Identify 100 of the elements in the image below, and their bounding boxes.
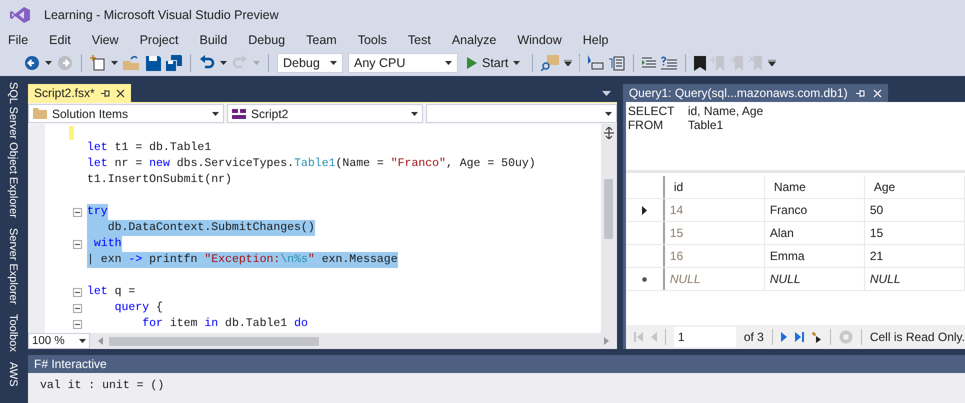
find-icon[interactable] bbox=[541, 55, 560, 71]
table-cell[interactable]: 15 bbox=[664, 222, 765, 244]
table-cell[interactable]: 15 bbox=[864, 222, 965, 244]
previous-bookmark-icon bbox=[711, 56, 726, 70]
panel-title: F# Interactive bbox=[28, 355, 965, 373]
pin-icon[interactable] bbox=[100, 88, 110, 98]
new-row-icon bbox=[642, 276, 647, 282]
menu-item[interactable]: Test bbox=[408, 33, 431, 47]
table-cell[interactable]: Emma bbox=[764, 245, 865, 267]
code-line: let t1 = db.Table1 bbox=[87, 140, 212, 156]
first-record-icon bbox=[634, 332, 643, 342]
menu-item[interactable]: Analyze bbox=[452, 33, 496, 47]
menu-item[interactable]: Tools bbox=[358, 33, 387, 47]
caret-icon bbox=[445, 61, 452, 65]
previous-record-icon bbox=[650, 332, 657, 342]
menu-item[interactable]: Build bbox=[199, 33, 228, 47]
table-cell[interactable]: Franco bbox=[764, 199, 865, 221]
current-row-icon bbox=[642, 206, 647, 214]
module-dropdown[interactable]: Script2 bbox=[227, 104, 423, 123]
collapse-icon[interactable] bbox=[73, 208, 82, 216]
platform-dropdown[interactable]: Any CPU bbox=[348, 53, 458, 73]
menu-item[interactable]: Help bbox=[582, 33, 608, 47]
dropdown-caret-icon[interactable] bbox=[220, 61, 227, 65]
vertical-scrollbar[interactable] bbox=[600, 124, 617, 333]
new-item-icon[interactable] bbox=[90, 55, 106, 71]
tab-list-icon[interactable] bbox=[602, 91, 611, 96]
last-record-icon[interactable] bbox=[794, 332, 804, 342]
menu-item[interactable]: Team bbox=[306, 33, 337, 47]
folder-icon[interactable] bbox=[123, 55, 141, 71]
folder-icon bbox=[33, 108, 47, 119]
list-icon[interactable] bbox=[609, 55, 626, 71]
table-cell[interactable]: Alan bbox=[764, 222, 865, 244]
menu-item[interactable]: Window bbox=[517, 33, 562, 47]
change-mark bbox=[69, 126, 74, 140]
column-header[interactable]: Name bbox=[764, 176, 865, 198]
collapse-icon[interactable] bbox=[73, 288, 82, 296]
collapse-icon[interactable] bbox=[73, 240, 82, 248]
collapse-icon[interactable] bbox=[73, 304, 82, 312]
sql-keyword: SELECT bbox=[628, 104, 676, 118]
menu-item[interactable]: Debug bbox=[248, 33, 286, 47]
split-icon[interactable] bbox=[604, 127, 614, 139]
indent-icon[interactable] bbox=[642, 57, 656, 69]
column-header[interactable]: id bbox=[664, 176, 765, 198]
caret-icon bbox=[604, 112, 612, 116]
undo-icon[interactable] bbox=[199, 55, 215, 71]
code-line: query { bbox=[114, 300, 163, 316]
overflow-icon[interactable] bbox=[768, 60, 776, 66]
table-cell[interactable]: 16 bbox=[664, 245, 765, 267]
next-bookmark-icon bbox=[730, 56, 744, 70]
logo-icon bbox=[10, 7, 30, 23]
output-line: val it : unit = () bbox=[40, 379, 164, 392]
side-tab[interactable]: Toolbox bbox=[7, 314, 19, 352]
module-icon bbox=[232, 108, 246, 118]
sql-text: id, Name, Age bbox=[688, 104, 764, 118]
column-header[interactable]: Age bbox=[864, 176, 965, 198]
window-title: Learning - Microsoft Visual Studio Preview bbox=[44, 8, 279, 22]
position-field[interactable]: 1 bbox=[674, 327, 736, 347]
menu-item[interactable]: Project bbox=[140, 33, 178, 47]
menu-item[interactable]: File bbox=[8, 33, 28, 47]
menu-item[interactable]: View bbox=[92, 33, 119, 47]
save-all-icon[interactable] bbox=[166, 55, 182, 71]
configuration-dropdown[interactable]: Debug bbox=[277, 53, 343, 73]
dropdown-caret-icon[interactable] bbox=[111, 61, 118, 65]
table-cell[interactable]: NULL bbox=[864, 268, 965, 290]
side-tab[interactable]: AWS bbox=[7, 362, 19, 387]
editor-tab[interactable]: Script2.fsx* bbox=[28, 84, 131, 102]
code-line: let nr = new dbs.ServiceTypes.Table1(Name = "Franco", Age = 50uy) bbox=[87, 156, 536, 172]
select-icon[interactable] bbox=[588, 55, 604, 71]
scroll-thumb[interactable] bbox=[109, 336, 319, 346]
code-line: for item in db.Table1 do bbox=[141, 316, 308, 332]
back-icon[interactable] bbox=[24, 55, 40, 71]
help-list-icon[interactable] bbox=[661, 56, 678, 70]
code-line: let q = bbox=[87, 284, 136, 300]
collapse-icon[interactable] bbox=[73, 320, 82, 328]
zoom-dropdown[interactable]: 100 % bbox=[28, 333, 90, 349]
menu-item[interactable]: Edit bbox=[49, 33, 71, 47]
dropdown-caret-icon[interactable] bbox=[45, 61, 52, 65]
save-icon[interactable] bbox=[146, 56, 161, 70]
scroll-thumb[interactable] bbox=[604, 179, 614, 239]
overflow-icon[interactable] bbox=[564, 60, 572, 66]
dropdown-caret-icon bbox=[253, 61, 260, 65]
record-count: of 3 bbox=[744, 330, 764, 344]
table-cell[interactable]: NULL bbox=[764, 268, 865, 290]
start-button[interactable]: Start bbox=[463, 53, 524, 73]
bookmark-icon[interactable] bbox=[694, 56, 706, 70]
table-cell[interactable]: 21 bbox=[864, 245, 965, 267]
table-cell[interactable]: 50 bbox=[864, 199, 965, 221]
table-cell[interactable]: 14 bbox=[664, 199, 765, 221]
table-cell[interactable]: NULL bbox=[664, 268, 765, 290]
status-text: Cell is Read Only. bbox=[870, 330, 965, 344]
clear-bookmarks-icon bbox=[749, 56, 764, 70]
play-icon bbox=[467, 57, 477, 69]
side-tab[interactable]: SQL Server Object Explorer bbox=[7, 82, 19, 218]
close-icon[interactable] bbox=[116, 88, 125, 98]
redo-icon bbox=[232, 55, 248, 71]
caret-icon bbox=[411, 112, 418, 116]
next-record-icon[interactable] bbox=[780, 332, 787, 342]
side-tab[interactable]: Server Explorer bbox=[7, 228, 19, 304]
new-record-icon[interactable] bbox=[812, 332, 822, 342]
project-dropdown[interactable]: Solution Items bbox=[28, 104, 224, 123]
